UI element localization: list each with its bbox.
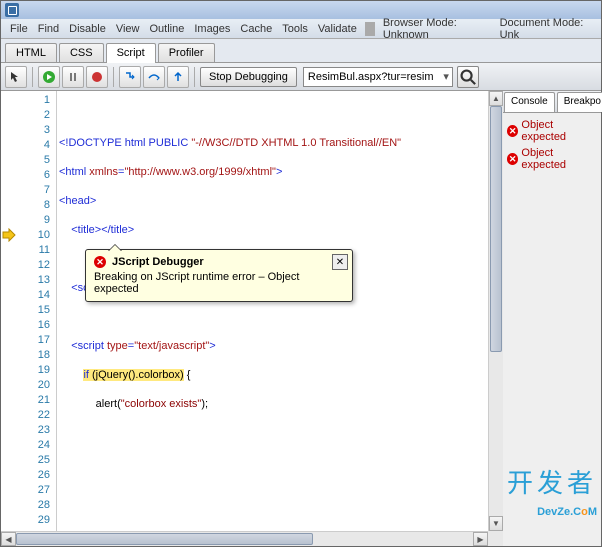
debugger-tooltip: ✕ ✕ JScript Debugger Breaking on JScript … [85, 249, 353, 302]
stop-debugging-button[interactable]: Stop Debugging [200, 67, 297, 87]
breakpoint-margin[interactable] [1, 91, 17, 546]
source-code[interactable]: <!DOCTYPE html PUBLIC "-//W3C//DTD XHTML… [57, 91, 503, 546]
tab-console[interactable]: Console [504, 92, 555, 112]
scroll-up-arrow-icon[interactable]: ▲ [489, 91, 503, 106]
menu-outline[interactable]: Outline [144, 21, 189, 37]
scroll-down-arrow-icon[interactable]: ▼ [489, 516, 503, 531]
menu-find[interactable]: Find [33, 21, 64, 37]
menu-view[interactable]: View [111, 21, 145, 37]
horizontal-scrollbar[interactable]: ◀ ▶ [1, 531, 488, 546]
combo-value: ResimBul.aspx?tur=resim [308, 71, 434, 83]
error-text: Object expected [521, 147, 597, 171]
toolbar-separator [113, 67, 114, 87]
tab-profiler[interactable]: Profiler [158, 43, 215, 62]
menu-bar: File Find Disable View Outline Images Ca… [1, 19, 601, 39]
step-out-button[interactable] [167, 66, 189, 88]
menu-separator [365, 22, 375, 36]
file-selector-combo[interactable]: ResimBul.aspx?tur=resim [303, 67, 453, 87]
scroll-right-arrow-icon[interactable]: ▶ [473, 532, 488, 546]
menu-tools[interactable]: Tools [277, 21, 313, 37]
menu-document-mode[interactable]: Document Mode: Unk [495, 15, 597, 43]
scroll-thumb[interactable] [16, 533, 313, 545]
error-icon: ✕ [507, 125, 518, 137]
scroll-thumb[interactable] [490, 106, 502, 352]
tab-script[interactable]: Script [106, 43, 156, 63]
search-button[interactable] [457, 66, 479, 88]
tab-breakpoints[interactable]: Breakpo [557, 92, 602, 112]
error-text: Object expected [521, 119, 597, 143]
step-into-button[interactable] [119, 66, 141, 88]
error-item[interactable]: ✕Object expected [505, 145, 599, 173]
toolbar-separator [194, 67, 195, 87]
side-panel: Console Breakpo ✕Object expected ✕Object… [503, 91, 601, 546]
debug-toolbar: Stop Debugging ResimBul.aspx?tur=resim [1, 63, 601, 91]
error-list: ✕Object expected ✕Object expected [503, 113, 601, 177]
menu-disable[interactable]: Disable [64, 21, 111, 37]
main-tabs: HTML CSS Script Profiler [1, 39, 601, 63]
line-number-gutter: 1234567891011121314151617181920212223242… [17, 91, 57, 546]
current-line-arrow-icon [2, 228, 16, 242]
play-button[interactable] [38, 66, 60, 88]
side-tabs: Console Breakpo [503, 91, 601, 113]
tooltip-message: Breaking on JScript runtime error – Obje… [94, 271, 344, 295]
scroll-corner [488, 531, 503, 546]
toolbar-separator [32, 67, 33, 87]
select-element-button[interactable] [5, 66, 27, 88]
tab-css[interactable]: CSS [59, 43, 104, 62]
code-region: 1234567891011121314151617181920212223242… [1, 91, 503, 546]
menu-browser-mode[interactable]: Browser Mode: Unknown [378, 15, 495, 43]
step-over-button[interactable] [143, 66, 165, 88]
close-icon[interactable]: ✕ [332, 254, 348, 270]
menu-images[interactable]: Images [189, 21, 235, 37]
pause-button[interactable] [62, 66, 84, 88]
menu-validate[interactable]: Validate [313, 21, 362, 37]
scroll-left-arrow-icon[interactable]: ◀ [1, 532, 16, 546]
error-item[interactable]: ✕Object expected [505, 117, 599, 145]
error-icon: ✕ [507, 153, 518, 165]
menu-file[interactable]: File [5, 21, 33, 37]
main-area: 1234567891011121314151617181920212223242… [1, 91, 601, 546]
tab-html[interactable]: HTML [5, 43, 57, 62]
error-icon: ✕ [94, 256, 106, 268]
menu-cache[interactable]: Cache [235, 21, 277, 37]
app-icon [5, 3, 19, 17]
tooltip-title: JScript Debugger [112, 256, 204, 268]
vertical-scrollbar[interactable]: ▲ ▼ [488, 91, 503, 531]
break-all-button[interactable] [86, 66, 108, 88]
